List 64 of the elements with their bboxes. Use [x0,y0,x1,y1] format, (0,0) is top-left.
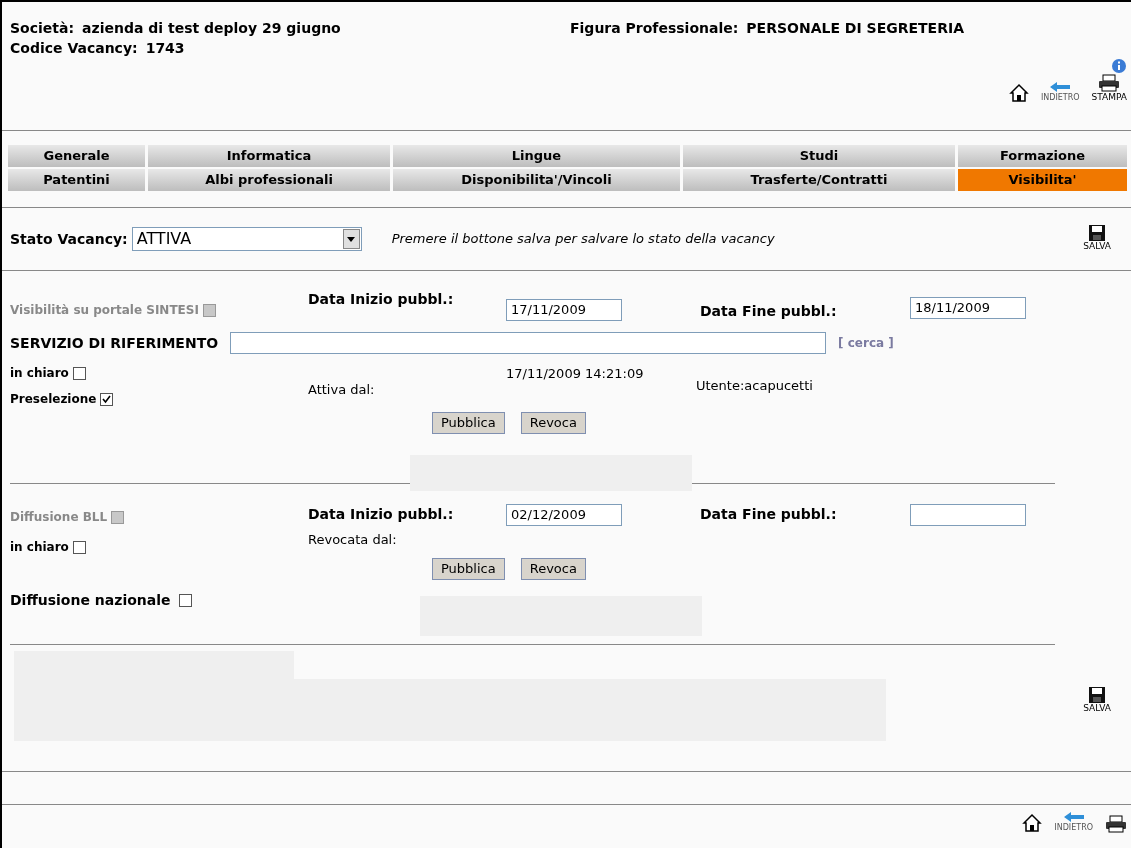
save-button[interactable]: SALVA [1083,225,1111,253]
tab[interactable]: Lingue [393,145,680,167]
tab[interactable]: Formazione [958,145,1127,167]
back-button[interactable]: INDIETRO [1054,811,1093,833]
sintesi-label: Visibilità su portale SINTESI [10,302,199,319]
option-label: Preselezione [10,391,97,408]
search-link[interactable]: [ cerca ] [838,334,894,352]
action-button[interactable]: Pubblica [432,412,505,434]
info-icon[interactable] [1111,58,1127,74]
end-date-label: Data Fine pubbl.: [700,302,838,321]
user-label: Utente:acapucetti [696,377,813,395]
start-date-label: Data Inizio pubbl.: [308,505,455,524]
tab[interactable]: Studi [683,145,955,167]
company-label: Società: [10,19,75,38]
left-arrow-icon [1062,811,1085,823]
tab[interactable]: Trasferte/Contratti [683,169,955,191]
role-name: PERSONALE DI SEGRETERIA [746,19,964,38]
tab[interactable]: Informatica [148,145,390,167]
checkbox[interactable] [72,366,86,380]
start-date-field[interactable]: 17/11/2009 [506,299,622,321]
back-button[interactable]: INDIETRO [1040,81,1080,104]
home-icon [1008,83,1029,104]
tab[interactable]: Disponibilita'/Vincoli [393,169,680,191]
action-button[interactable]: Revoca [520,558,586,580]
start-date-field[interactable]: 02/12/2009 [506,504,622,526]
tab[interactable]: Visibilita' [958,169,1127,191]
action-button[interactable]: Revoca [520,412,586,434]
role-label: Figura Professionale: [570,19,739,38]
tab[interactable]: Patentini [8,169,145,191]
print-button[interactable]: STAMPA [1091,74,1127,104]
revoked-since-label: Revocata dal: [308,531,397,549]
checkbox[interactable] [178,594,192,607]
national-label: Diffusione nazionale [10,591,171,610]
checkbox[interactable] [72,540,86,554]
printer-icon [1098,74,1121,92]
dropdown-arrow-icon [347,236,356,242]
active-since-time: 17/11/2009 14:21:09 [506,365,645,383]
service-label: SERVIZIO DI RIFERIMENTO [10,333,219,353]
action-button[interactable]: Pubblica [432,558,505,580]
option-label: in chiaro [10,539,69,556]
status-label: Stato Vacancy: [10,229,128,249]
home-icon [1022,813,1043,833]
left-arrow-icon [1049,81,1072,94]
active-since-label: Attiva dal: [308,381,376,399]
service-field[interactable] [230,332,827,354]
printer-icon [1105,815,1127,833]
vacancy-code: 1743 [145,39,185,58]
print-button[interactable] [1105,815,1127,833]
status-note: Premere il bottone salva per salvare lo stato della vacancy [391,230,776,249]
end-date-field[interactable] [910,504,1026,526]
save-button[interactable]: SALVA [1083,687,1111,715]
end-date-label: Data Fine pubbl.: [700,505,838,524]
start-date-label: Data Inizio pubbl.: [308,290,455,309]
status-select[interactable]: ATTIVA [131,227,362,251]
bll-label: Diffusione BLL [10,509,108,526]
checkbox[interactable] [100,392,114,406]
tab[interactable]: Generale [8,145,145,167]
home-button[interactable] [1008,83,1029,104]
company-name: azienda di test deploy 29 giugno [82,19,341,38]
vacancy-code-label: Codice Vacancy: [10,39,138,58]
option-label: in chiaro [10,365,69,382]
tab[interactable]: Albi professionali [148,169,390,191]
home-button[interactable] [1022,813,1043,833]
end-date-field[interactable]: 18/11/2009 [910,297,1026,319]
